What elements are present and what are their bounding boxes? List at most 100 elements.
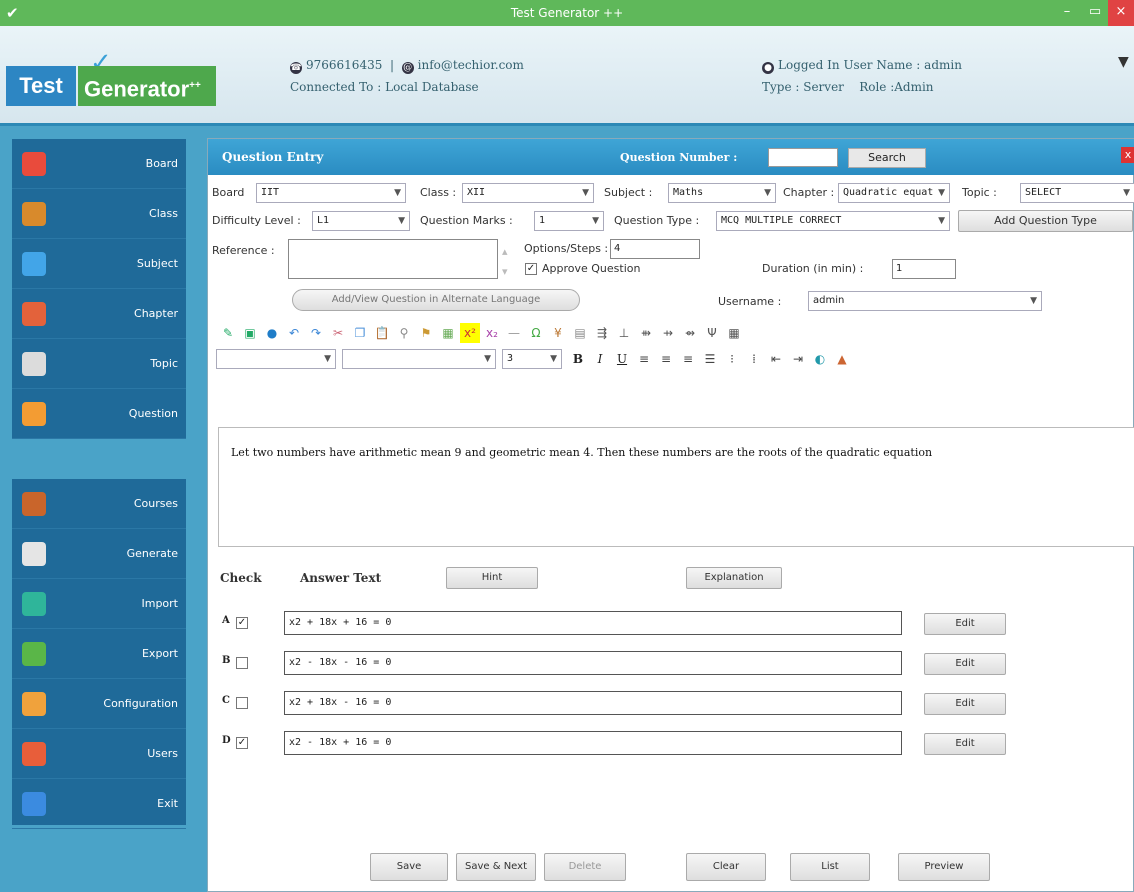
delete-button[interactable]: Delete [544, 853, 626, 881]
answer-text-input[interactable]: x2 - 18x + 16 = 0 [284, 731, 902, 755]
outdent-icon[interactable]: ⇤ [766, 349, 786, 369]
sidebar-item-class[interactable]: Class [12, 189, 186, 239]
question-editor[interactable]: Let two numbers have arithmetic mean 9 a… [218, 427, 1134, 547]
sidebar-item-topic[interactable]: Topic [12, 339, 186, 389]
answer-text-input[interactable]: x2 - 18x - 16 = 0 [284, 651, 902, 675]
numbered-list-icon[interactable]: ⁝ [722, 349, 742, 369]
sidebar-item-export[interactable]: Export [12, 629, 186, 679]
approve-question-checkbox[interactable]: ✓ [525, 263, 537, 275]
difficulty-select[interactable]: L1 ▼ [312, 211, 410, 231]
maximize-button[interactable]: ▭ [1080, 0, 1110, 26]
preview-button[interactable]: Preview [898, 853, 990, 881]
subscript-icon[interactable]: x₂ [482, 323, 502, 343]
undo-icon[interactable]: ↶ [284, 323, 304, 343]
edit-answer-button[interactable]: Edit [924, 613, 1006, 635]
align-right-icon[interactable]: ≡ [678, 349, 698, 369]
options-steps-input[interactable]: 4 [610, 239, 700, 259]
subject-select[interactable]: Maths ▼ [668, 183, 776, 203]
chapter-select[interactable]: Quadratic equat ▼ [838, 183, 950, 203]
split-icon[interactable]: ⇴ [680, 323, 700, 343]
symbol-icon[interactable]: Ω [526, 323, 546, 343]
board-select[interactable]: IIT ▼ [256, 183, 406, 203]
question-type-select[interactable]: MCQ MULTIPLE CORRECT ▼ [716, 211, 950, 231]
align-left-icon[interactable]: ≡ [634, 349, 654, 369]
horizontal-line-icon[interactable]: — [504, 323, 524, 343]
answer-check-checkbox[interactable] [236, 657, 248, 669]
reference-scroll-down-icon[interactable]: ▾ [502, 265, 508, 278]
add-question-type-button[interactable]: Add Question Type [958, 210, 1133, 232]
search-button[interactable]: Search [848, 148, 926, 168]
sidebar-item-chapter[interactable]: Chapter [12, 289, 186, 339]
answer-check-checkbox[interactable] [236, 697, 248, 709]
explanation-button[interactable]: Explanation [686, 567, 782, 589]
image-icon[interactable]: ▦ [438, 323, 458, 343]
class-select[interactable]: XII ▼ [462, 183, 594, 203]
find-icon[interactable]: ⚲ [394, 323, 414, 343]
font-size-select[interactable]: 3 ▼ [502, 349, 562, 369]
font-family-select[interactable]: ▼ [342, 349, 496, 369]
merge-icon[interactable]: ⇸ [658, 323, 678, 343]
paste-icon[interactable]: 📋 [372, 323, 392, 343]
board-label: Board [212, 186, 245, 199]
special-char-icon[interactable]: ¥ [548, 323, 568, 343]
underline-icon[interactable]: U [612, 349, 632, 369]
reference-input[interactable] [288, 239, 498, 279]
sidebar-item-subject[interactable]: Subject [12, 239, 186, 289]
edit-answer-button[interactable]: Edit [924, 693, 1006, 715]
topic-select[interactable]: SELECT ▼ [1020, 183, 1134, 203]
list-button[interactable]: List [790, 853, 870, 881]
sidebar-item-generate[interactable]: Generate [12, 529, 186, 579]
user-menu-chevron-icon[interactable]: ▼ [1118, 54, 1129, 70]
sidebar-item-question[interactable]: Question [12, 389, 186, 439]
clear-button[interactable]: Clear [686, 853, 766, 881]
save-doc-icon[interactable]: ▣ [240, 323, 260, 343]
hint-button[interactable]: Hint [446, 567, 538, 589]
style-select[interactable]: ▼ [216, 349, 336, 369]
sidebar-item-board[interactable]: Board [12, 139, 186, 189]
insert-col-icon[interactable]: ⊥ [614, 323, 634, 343]
italic-icon[interactable]: I [590, 349, 610, 369]
username-select[interactable]: admin ▼ [808, 291, 1042, 311]
highlight-icon[interactable]: ▲ [832, 349, 852, 369]
table-props-icon[interactable]: Ψ [702, 323, 722, 343]
sidebar-item-exit[interactable]: Exit [12, 779, 186, 829]
superscript-icon[interactable]: x² [460, 323, 480, 343]
edit-answer-button[interactable]: Edit [924, 733, 1006, 755]
answer-text-input[interactable]: x2 + 18x - 16 = 0 [284, 691, 902, 715]
sidebar-item-courses[interactable]: Courses [12, 479, 186, 529]
sidebar-item-import[interactable]: Import [12, 579, 186, 629]
sidebar-item-users[interactable]: Users [12, 729, 186, 779]
edit-answer-button[interactable]: Edit [924, 653, 1006, 675]
question-number-input[interactable] [768, 148, 838, 167]
justify-icon[interactable]: ☰ [700, 349, 720, 369]
sidebar-item-configuration[interactable]: Configuration [12, 679, 186, 729]
alternate-language-button[interactable]: Add/View Question in Alternate Language [292, 289, 580, 311]
indent-icon[interactable]: ⇥ [788, 349, 808, 369]
bold-icon[interactable]: B [568, 349, 588, 369]
bullet-list-icon[interactable]: ⁞ [744, 349, 764, 369]
text-color-icon[interactable]: ◐ [810, 349, 830, 369]
spellcheck-icon[interactable]: ✎ [218, 323, 238, 343]
redo-icon[interactable]: ↷ [306, 323, 326, 343]
insert-row-icon[interactable]: ⇶ [592, 323, 612, 343]
save-next-button[interactable]: Save & Next [456, 853, 536, 881]
duration-input[interactable]: 1 [892, 259, 956, 279]
reference-scroll-up-icon[interactable]: ▴ [502, 245, 508, 258]
minimize-button[interactable]: – [1052, 0, 1082, 26]
copy-icon[interactable]: ❐ [350, 323, 370, 343]
answer-check-checkbox[interactable]: ✓ [236, 737, 248, 749]
save-button[interactable]: Save [370, 853, 448, 881]
table-icon[interactable]: ▦ [724, 323, 744, 343]
marks-select[interactable]: 1 ▼ [534, 211, 604, 231]
replace-icon[interactable]: ⚑ [416, 323, 436, 343]
user-info: ● Logged In User Name : admin Type : Serv… [762, 54, 962, 98]
answer-text-input[interactable]: x2 + 18x + 16 = 0 [284, 611, 902, 635]
close-panel-button[interactable]: x [1121, 147, 1134, 163]
align-center-icon[interactable]: ≡ [656, 349, 676, 369]
delete-row-icon[interactable]: ⇻ [636, 323, 656, 343]
page-icon[interactable]: ▤ [570, 323, 590, 343]
cut-icon[interactable]: ✂ [328, 323, 348, 343]
close-window-button[interactable]: × [1108, 0, 1134, 26]
globe-icon[interactable]: ● [262, 323, 282, 343]
answer-check-checkbox[interactable]: ✓ [236, 617, 248, 629]
